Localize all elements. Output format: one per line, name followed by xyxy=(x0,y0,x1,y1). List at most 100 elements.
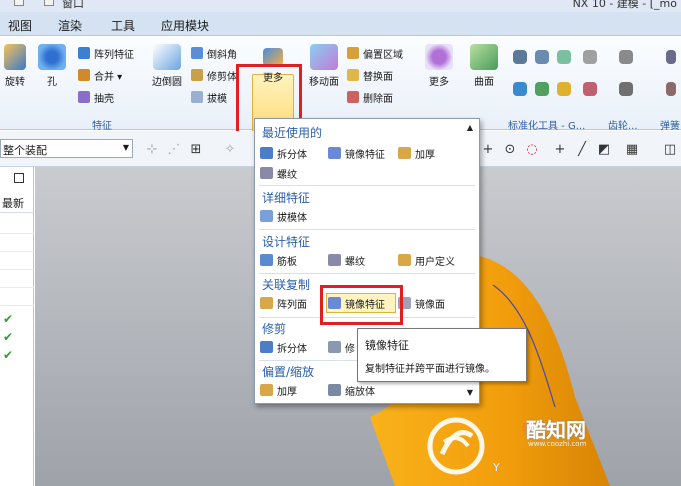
more-sync-button[interactable]: 更多 xyxy=(422,44,456,88)
mirror-feature-highlight xyxy=(320,285,403,325)
edge-blend-button[interactable]: 边倒圆 xyxy=(146,44,188,88)
menu-item-pattern-face[interactable]: 阵列面 xyxy=(260,295,307,311)
menu-item-split-body-trim[interactable]: 拆分体 xyxy=(260,339,307,355)
snap-tool-icon[interactable]: ⊹ xyxy=(144,141,160,157)
menu-item-thread[interactable]: 螺纹 xyxy=(328,252,365,268)
part-navigator: 最新 ✔ ✔ ✔ xyxy=(0,167,34,486)
menu-item-thread-recent[interactable]: 螺纹 xyxy=(260,165,297,181)
gc-tool-icon xyxy=(557,50,571,64)
menu-item-mirror-feature-recent[interactable]: 镜像特征 xyxy=(328,145,385,161)
move-face-button[interactable]: 移动面 xyxy=(306,44,342,88)
divider xyxy=(259,273,475,274)
filter-tool-icon[interactable]: ⋰ xyxy=(166,141,182,157)
navigator-column-header[interactable]: 最新 xyxy=(0,195,34,213)
spring-tool-2-button[interactable] xyxy=(664,82,678,99)
snap-face-icon[interactable]: ◩ xyxy=(596,141,612,157)
shell-button[interactable]: 抽壳 xyxy=(78,89,114,105)
menu-item-draft-body[interactable]: 拔模体 xyxy=(260,208,307,224)
snap-grid-icon[interactable]: ▦ xyxy=(624,141,640,157)
thread-icon xyxy=(328,254,341,266)
menu-item-scale-body[interactable]: 缩放体 xyxy=(328,382,375,398)
offset-region-button[interactable]: 偏置区域 xyxy=(347,45,403,61)
thicken-icon xyxy=(398,147,411,159)
menu-item-rib[interactable]: 筋板 xyxy=(260,252,297,268)
window-menu-icon[interactable] xyxy=(44,0,54,6)
watermark-site-url: www.coozhi.com xyxy=(528,440,587,448)
chamfer-button[interactable]: 倒斜角 xyxy=(191,45,237,61)
delete-face-button[interactable]: 删除面 xyxy=(347,89,393,105)
chamfer-icon xyxy=(191,47,203,59)
gc-tool-3-button[interactable] xyxy=(556,50,572,67)
menu-item-thicken-recent[interactable]: 加厚 xyxy=(398,145,435,161)
select-mode-icon[interactable]: ⊞ xyxy=(188,141,204,157)
pin-up-icon[interactable]: ▲ xyxy=(467,123,473,132)
menu-tools[interactable]: 工具 xyxy=(111,17,135,34)
site-watermark: 酷知网 www.coozhi.com xyxy=(420,402,681,486)
trim-body-button[interactable]: 修剪体 xyxy=(191,67,237,83)
snap-quadrant-icon[interactable]: ◌ xyxy=(524,141,540,157)
snap-curve-icon[interactable]: ╱ xyxy=(574,141,590,157)
gear-icon xyxy=(619,50,633,64)
gc-tool-8-button[interactable] xyxy=(582,82,598,99)
surface-icon xyxy=(470,44,498,70)
menu-item-mirror-face[interactable]: 镜像面 xyxy=(398,295,445,311)
gc-tool-7-button[interactable] xyxy=(556,82,572,99)
table-row xyxy=(0,233,34,234)
scroll-down-icon[interactable]: ▼ xyxy=(467,388,473,397)
menu-item-trim[interactable]: 修 xyxy=(328,339,355,355)
gc-tool-icon xyxy=(583,82,597,96)
group-label-spring[interactable]: 弹簧 xyxy=(660,117,680,132)
gc-tool-6-button[interactable] xyxy=(534,82,550,99)
table-row xyxy=(0,287,34,288)
revolve-button[interactable]: 旋转 xyxy=(0,44,30,88)
restore-icon[interactable] xyxy=(14,173,24,183)
menu-item-split-body[interactable]: 拆分体 xyxy=(260,145,307,161)
section-recent: 最近使用的 xyxy=(262,126,323,140)
rib-icon xyxy=(260,254,273,266)
window-menu-label[interactable]: 窗口 xyxy=(62,0,84,11)
snap-intersection-icon[interactable]: + xyxy=(552,141,568,157)
replace-face-button[interactable]: 替换面 xyxy=(347,67,393,83)
split-body-icon xyxy=(260,341,273,353)
draft-button[interactable]: 拔模 xyxy=(191,89,227,105)
menu-item-thicken[interactable]: 加厚 xyxy=(260,382,297,398)
scale-body-icon xyxy=(328,384,341,396)
point-tool-icon[interactable]: ✧ xyxy=(222,141,238,157)
gc-tool-icon xyxy=(513,50,527,64)
divider xyxy=(259,229,475,230)
table-row xyxy=(0,269,34,270)
section-detail-feature: 详细特征 xyxy=(262,191,311,205)
unite-button[interactable]: 合并 ▾ xyxy=(78,67,122,83)
menu-render[interactable]: 渲染 xyxy=(58,17,82,34)
spring-tool-1-button[interactable] xyxy=(664,50,678,67)
surface-button[interactable]: 曲面 xyxy=(466,44,502,88)
menu-item-user-defined[interactable]: 用户定义 xyxy=(398,252,455,268)
spring-icon xyxy=(666,50,676,64)
thread-icon xyxy=(260,167,273,179)
shell-icon xyxy=(78,91,90,103)
group-label-gear[interactable]: 齿轮... xyxy=(608,117,638,132)
ribbon: 旋转 孔 阵列特征 合并 ▾ 抽壳 边倒圆 倒斜角 修剪体 拔模 更多 移动面 … xyxy=(0,36,681,148)
snap-bounded-icon[interactable]: ◫ xyxy=(662,141,678,157)
gear-tool-1-button[interactable] xyxy=(618,50,634,67)
gc-tool-4-button[interactable] xyxy=(582,50,598,67)
gc-tool-5-button[interactable] xyxy=(512,82,528,99)
group-label-gc-toolkit[interactable]: 标准化工具 - G... xyxy=(508,117,585,132)
revolve-icon xyxy=(4,44,26,70)
menu-application[interactable]: 应用模块 xyxy=(161,17,209,34)
gc-tool-1-button[interactable] xyxy=(512,50,528,67)
menu-view[interactable]: 视图 xyxy=(8,17,32,34)
gc-tool-2-button[interactable] xyxy=(534,50,550,67)
snap-center-icon[interactable]: ⊙ xyxy=(502,141,518,157)
assembly-filter-select[interactable]: 整个装配 ▼ xyxy=(0,139,133,158)
title-bar: 窗口 NX 10 - 建模 - [_mo xyxy=(0,0,681,12)
hole-button[interactable]: 孔 xyxy=(36,44,68,88)
app-icon xyxy=(14,0,24,6)
mirror-feature-icon xyxy=(328,147,341,159)
gear-tool-2-button[interactable] xyxy=(618,82,634,99)
chevron-down-icon: ▼ xyxy=(122,143,129,152)
pattern-feature-button[interactable]: 阵列特征 xyxy=(78,45,134,61)
hole-icon xyxy=(38,44,66,70)
thicken-icon xyxy=(260,384,273,396)
snap-plus-icon[interactable]: + xyxy=(480,141,496,157)
